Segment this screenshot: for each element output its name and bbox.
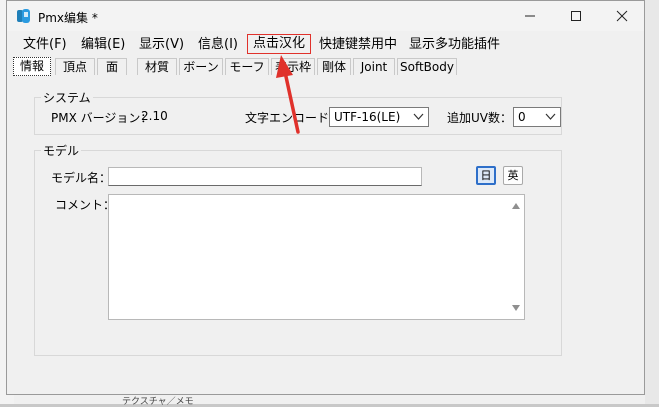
title-bar[interactable]: Pmx编集 *	[7, 1, 644, 31]
tab-material[interactable]: 材質	[137, 58, 177, 75]
tab-face[interactable]: 面	[97, 58, 127, 75]
menu-edit[interactable]: 编辑(E)	[77, 36, 129, 54]
scroll-down-icon[interactable]	[512, 305, 520, 311]
tab-rigidbody[interactable]: 剛体	[317, 58, 351, 75]
menu-info[interactable]: 信息(I)	[194, 36, 242, 54]
model-name-input[interactable]	[108, 167, 422, 186]
tab-display-frame[interactable]: 表示枠	[271, 58, 315, 75]
encoding-select-value: UTF-16(LE)	[334, 110, 401, 124]
maximize-icon	[571, 11, 581, 21]
close-button[interactable]	[599, 1, 645, 31]
pmx-version-label: PMX バージョン：	[51, 111, 153, 125]
uv-count-select[interactable]: 0	[513, 107, 561, 127]
japanese-toggle[interactable]: 日	[476, 166, 496, 185]
tab-softbody[interactable]: SoftBody	[397, 58, 457, 75]
comment-scrollbar[interactable]	[508, 195, 524, 319]
minimize-button[interactable]	[507, 1, 553, 31]
menu-shortcut-disabled[interactable]: 快捷键禁用中	[315, 36, 401, 54]
encoding-select[interactable]: UTF-16(LE)	[329, 107, 429, 127]
pmx-edit-window: Pmx编集 * 文件(F) 编辑(E) 显示(V) 信息(I) 点击汉化 快捷键…	[6, 0, 645, 395]
chevron-down-icon	[413, 113, 424, 120]
minimize-icon	[525, 15, 535, 17]
menu-view[interactable]: 显示(V)	[135, 36, 188, 54]
maximize-button[interactable]	[553, 1, 599, 31]
app-icon	[17, 9, 30, 23]
model-group: モデル モデル名： 日 英 コメント：	[34, 142, 562, 356]
background-fragment-text: テクスチャ／メモ	[122, 397, 194, 407]
background-window-edge-right	[645, 0, 659, 404]
uv-count-label: 追加UV数：	[447, 111, 512, 125]
model-name-label: モデル名：	[51, 171, 112, 185]
model-group-title: モデル	[41, 142, 82, 159]
close-icon	[616, 10, 628, 22]
info-panel: システム PMX バージョン： 2.10 文字エンコード： UTF-16(LE)…	[12, 76, 637, 386]
tab-info[interactable]: 情報	[13, 57, 51, 76]
system-group: システム PMX バージョン： 2.10 文字エンコード： UTF-16(LE)…	[34, 89, 562, 135]
encoding-label: 文字エンコード：	[245, 111, 342, 125]
tab-morph[interactable]: モーフ	[225, 58, 269, 75]
tab-bone[interactable]: ボーン	[179, 58, 223, 75]
tab-vertex[interactable]: 頂点	[55, 58, 95, 75]
tab-bar: 情報 頂点 面 材質 ボーン モーフ 表示枠 剛体 Joint SoftBody	[13, 57, 638, 76]
chevron-down-icon	[545, 113, 556, 120]
menu-plugins[interactable]: 显示多功能插件	[405, 36, 504, 54]
comment-label: コメント：	[55, 198, 116, 212]
comment-textarea[interactable]	[108, 194, 525, 320]
window-title: Pmx编集 *	[38, 11, 98, 25]
background-window-bottom: テクスチャ／メモ	[14, 394, 645, 407]
scroll-up-icon[interactable]	[512, 203, 520, 209]
system-group-title: システム	[41, 89, 93, 106]
uv-count-select-value: 0	[518, 110, 526, 124]
menu-translate[interactable]: 点击汉化	[247, 34, 312, 54]
pmx-version-value: 2.10	[141, 109, 168, 123]
english-toggle[interactable]: 英	[503, 166, 523, 185]
tab-joint[interactable]: Joint	[353, 58, 395, 75]
menu-bar: 文件(F) 编辑(E) 显示(V) 信息(I) 点击汉化 快捷键禁用中 显示多功…	[7, 34, 644, 56]
menu-file[interactable]: 文件(F)	[19, 36, 71, 54]
